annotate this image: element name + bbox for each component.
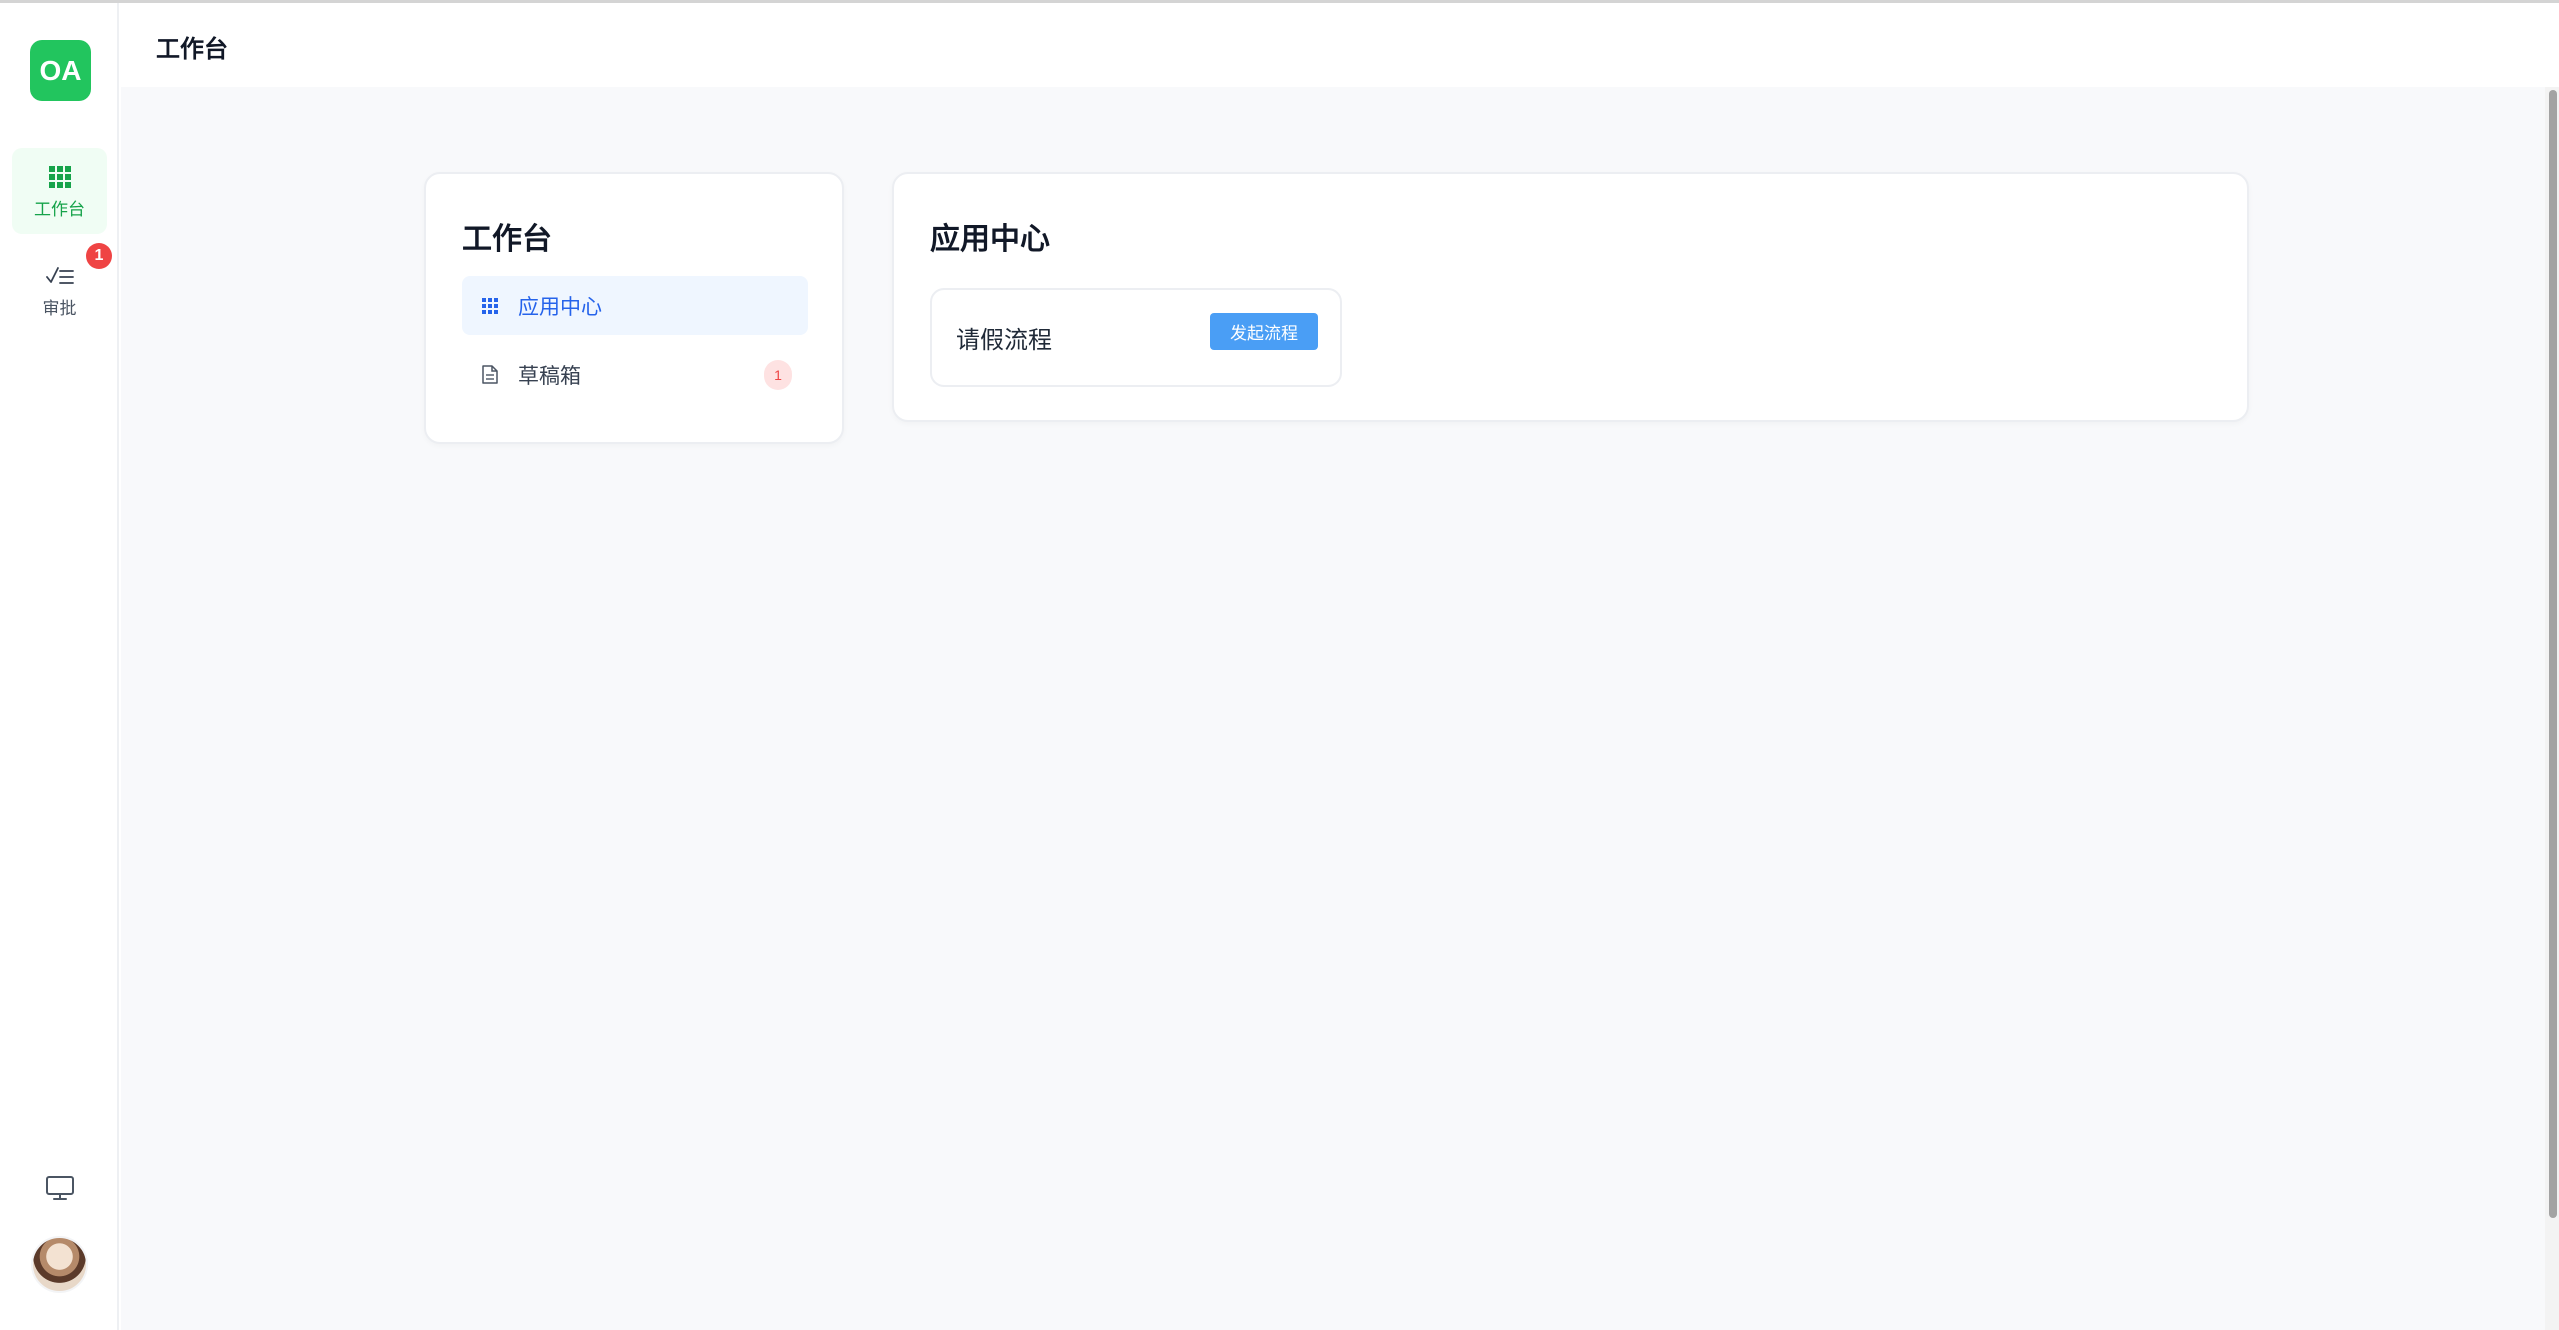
panel-title: 应用中心 bbox=[930, 222, 1050, 257]
grid-icon bbox=[480, 297, 500, 314]
process-card[interactable]: 请假流程 发起流程 bbox=[930, 288, 1342, 387]
approval-badge: 1 bbox=[86, 243, 112, 269]
sidebar-item-label: 审批 bbox=[42, 298, 77, 319]
page-title: 工作台 bbox=[156, 35, 228, 63]
sidebar: OA 工作台 审批 1 bbox=[0, 3, 119, 1330]
sidebar-item-workbench[interactable]: 工作台 bbox=[12, 148, 107, 234]
monitor-icon[interactable] bbox=[43, 1173, 77, 1203]
menu-item-label: 应用中心 bbox=[518, 294, 602, 319]
menu-item-label: 草稿箱 bbox=[518, 363, 581, 388]
process-name: 请假流程 bbox=[956, 326, 1052, 354]
draft-count-badge: 1 bbox=[764, 360, 792, 390]
document-icon bbox=[480, 365, 500, 384]
menu-item-app-center[interactable]: 应用中心 bbox=[462, 276, 808, 335]
scrollbar-thumb[interactable] bbox=[2549, 90, 2557, 1218]
avatar[interactable] bbox=[31, 1236, 88, 1293]
header: 工作台 bbox=[121, 3, 2559, 87]
panel-title: 工作台 bbox=[462, 222, 552, 257]
sidebar-item-label: 工作台 bbox=[34, 199, 85, 220]
workbench-panel: 工作台 应用中心 草稿箱 1 bbox=[424, 172, 844, 444]
app-window: OA 工作台 审批 1 工作台 工作台 应用中心 草稿箱 1 应用中心 请假流程… bbox=[0, 0, 2559, 1330]
grid-icon bbox=[48, 163, 72, 191]
app-logo[interactable]: OA bbox=[30, 40, 91, 101]
menu-item-drafts[interactable]: 草稿箱 1 bbox=[462, 345, 808, 404]
app-center-panel: 应用中心 请假流程 发起流程 bbox=[892, 172, 2249, 422]
checklist-icon bbox=[45, 262, 74, 290]
start-process-button[interactable]: 发起流程 bbox=[1210, 313, 1318, 350]
